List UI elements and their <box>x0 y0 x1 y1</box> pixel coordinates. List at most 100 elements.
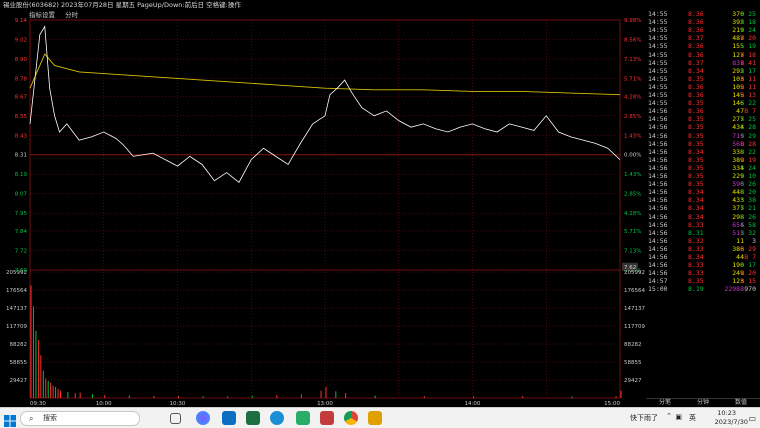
trade-price: 8.34 <box>688 147 704 156</box>
app-icon[interactable] <box>320 411 334 425</box>
trade-direction: B 20 <box>740 269 756 278</box>
trade-row: 14:56 8.33 190 S 17 <box>646 261 760 269</box>
trade-time: 14:55 <box>648 10 668 18</box>
trade-time: 14:56 <box>648 155 668 164</box>
volume-right-tick-label: 117709 <box>624 324 645 330</box>
trade-direction: B 13 <box>740 91 756 99</box>
trade-row: 14:56 8.34 298 S 26 <box>646 213 760 221</box>
volume-tick-label: 117709 <box>6 324 27 330</box>
trade-price: 8.35 <box>688 172 704 180</box>
clock-time[interactable]: 10:23 <box>717 409 736 417</box>
copilot-icon[interactable] <box>196 411 210 425</box>
tab-minutes[interactable]: 分钟 <box>684 399 722 406</box>
trade-direction: S 32 <box>740 228 756 237</box>
trade-row: 14:55 8.36 370 S 25 <box>646 10 760 18</box>
trade-row: 14:55 8.36 127 B 18 <box>646 51 760 59</box>
trade-row: 14:56 8.33 654 S 58 <box>646 221 760 229</box>
y-right-tick-label: 4.28% <box>624 94 641 100</box>
trade-time: 14:55 <box>648 66 668 75</box>
trade-direction: S 18 <box>740 18 756 27</box>
trade-time: 14:56 <box>648 220 668 229</box>
trade-direction: S 26 <box>740 180 756 189</box>
chrome-icon[interactable] <box>344 411 358 425</box>
mail-icon[interactable] <box>222 411 236 425</box>
volume-tick-label: 29427 <box>10 378 28 384</box>
trade-row: 14:56 8.33 386 B 29 <box>646 245 760 253</box>
clock-date[interactable]: 2023/7/30 <box>715 418 748 426</box>
trade-direction: S 24 <box>740 163 756 172</box>
trade-volume: 44 <box>736 253 744 261</box>
trade-time: 14:55 <box>648 74 668 83</box>
trade-price: 8.34 <box>688 196 704 205</box>
y-tick-label: 8.67 <box>15 94 28 100</box>
wechat-icon[interactable] <box>296 411 310 425</box>
trade-price: 8.37 <box>688 58 704 67</box>
trade-row: 14:56 8.31 512 S 32 <box>646 229 760 237</box>
trade-time: 14:55 <box>648 82 668 91</box>
trade-row: 14:56 8.35 568 B 28 <box>646 140 760 148</box>
trade-direction: 970 <box>744 285 756 294</box>
intraday-chart[interactable]: 9.14 9.98% 9.02 8.56% 8.90 7.13% 8.78 5.71% 8.67… <box>0 0 646 407</box>
volume-right-tick-label: 58855 <box>624 360 642 366</box>
trade-time: 14:55 <box>648 58 668 67</box>
y-tick-label: 8.31 <box>15 153 27 159</box>
weather-text[interactable]: 快下雨了 <box>630 413 658 423</box>
volume-tick-label: 88282 <box>10 342 28 348</box>
trade-row: 14:55 8.36 155 S 19 <box>646 42 760 50</box>
y-right-tick-label: 0.00% <box>624 153 641 159</box>
network-icon[interactable]: ▣ <box>675 413 682 421</box>
trade-price: 8.35 <box>688 131 704 140</box>
trade-price: 8.34 <box>688 66 704 75</box>
stock-app-icon[interactable] <box>368 411 382 425</box>
edge-icon[interactable] <box>270 411 284 425</box>
trade-direction: B 28 <box>740 139 756 148</box>
tab-ticks[interactable]: 分笔 <box>646 399 684 406</box>
trade-volume: 47 <box>736 107 744 116</box>
trade-direction: S 20 <box>740 188 756 197</box>
excel-icon[interactable] <box>246 411 260 425</box>
y-right-tick-label: 8.56% <box>624 37 641 43</box>
chevron-up-icon[interactable]: ⌃ <box>666 412 672 420</box>
trade-price: 8.35 <box>688 123 704 132</box>
trade-row: 14:56 8.35 229 S 10 <box>646 172 760 180</box>
taskbar: ⌕ 搜索 快下雨了 ⌃ ▣ 英 10:23 2023/7/30 ▭ <box>0 407 760 428</box>
trade-direction: S 21 <box>740 204 756 213</box>
trade-price: 8.36 <box>688 82 704 91</box>
y-tick-label: 7.72 <box>15 249 27 255</box>
trade-time: 14:55 <box>648 91 668 99</box>
trade-row: 14:56 8.32 11 3 <box>646 237 760 245</box>
volume-tick-label: 176564 <box>6 288 27 294</box>
trade-price: 8.36 <box>688 50 704 59</box>
trade-time: 14:56 <box>648 188 668 197</box>
windows-start-icon[interactable] <box>4 412 16 427</box>
trade-price: 8.33 <box>688 244 704 253</box>
trade-row: 14:56 8.35 334 S 24 <box>646 164 760 172</box>
taskbar-search-input[interactable]: ⌕ 搜索 <box>20 411 140 426</box>
trade-price: 8.35 <box>688 163 704 172</box>
y-tick-label: 8.78 <box>15 76 28 82</box>
notification-icon[interactable]: ▭ <box>748 414 756 423</box>
trade-time: 14:56 <box>648 131 668 140</box>
trade-direction: S 17 <box>740 66 756 75</box>
trade-price: 8.19 <box>688 285 704 294</box>
ime-indicator[interactable]: 英 <box>689 413 696 423</box>
trade-price: 8.35 <box>688 99 704 108</box>
tab-values[interactable]: 数值 <box>722 399 760 406</box>
trade-direction: S 28 <box>740 123 756 132</box>
trade-price: 8.33 <box>688 261 704 270</box>
trade-direction: S 58 <box>740 220 756 229</box>
trade-volume: 22988 <box>724 285 744 294</box>
trade-time: 14:56 <box>648 107 668 116</box>
trade-direction: B 20 <box>740 34 756 43</box>
trade-direction: B 15 <box>740 277 756 286</box>
trade-row: 14:56 8.35 434 S 28 <box>646 123 760 131</box>
trade-row: 14:55 8.36 392 S 18 <box>646 18 760 26</box>
y-right-tick-label: 9.98% <box>624 18 641 24</box>
trade-price: 8.33 <box>688 269 704 278</box>
trade-row: 14:56 8.34 338 S 22 <box>646 148 760 156</box>
y-tick-label: 7.84 <box>15 229 28 235</box>
trade-price: 8.36 <box>688 26 704 35</box>
trade-row: 14:55 8.35 103 B 11 <box>646 75 760 83</box>
trade-time: 14:56 <box>648 172 668 180</box>
task-view-icon[interactable] <box>170 413 181 424</box>
